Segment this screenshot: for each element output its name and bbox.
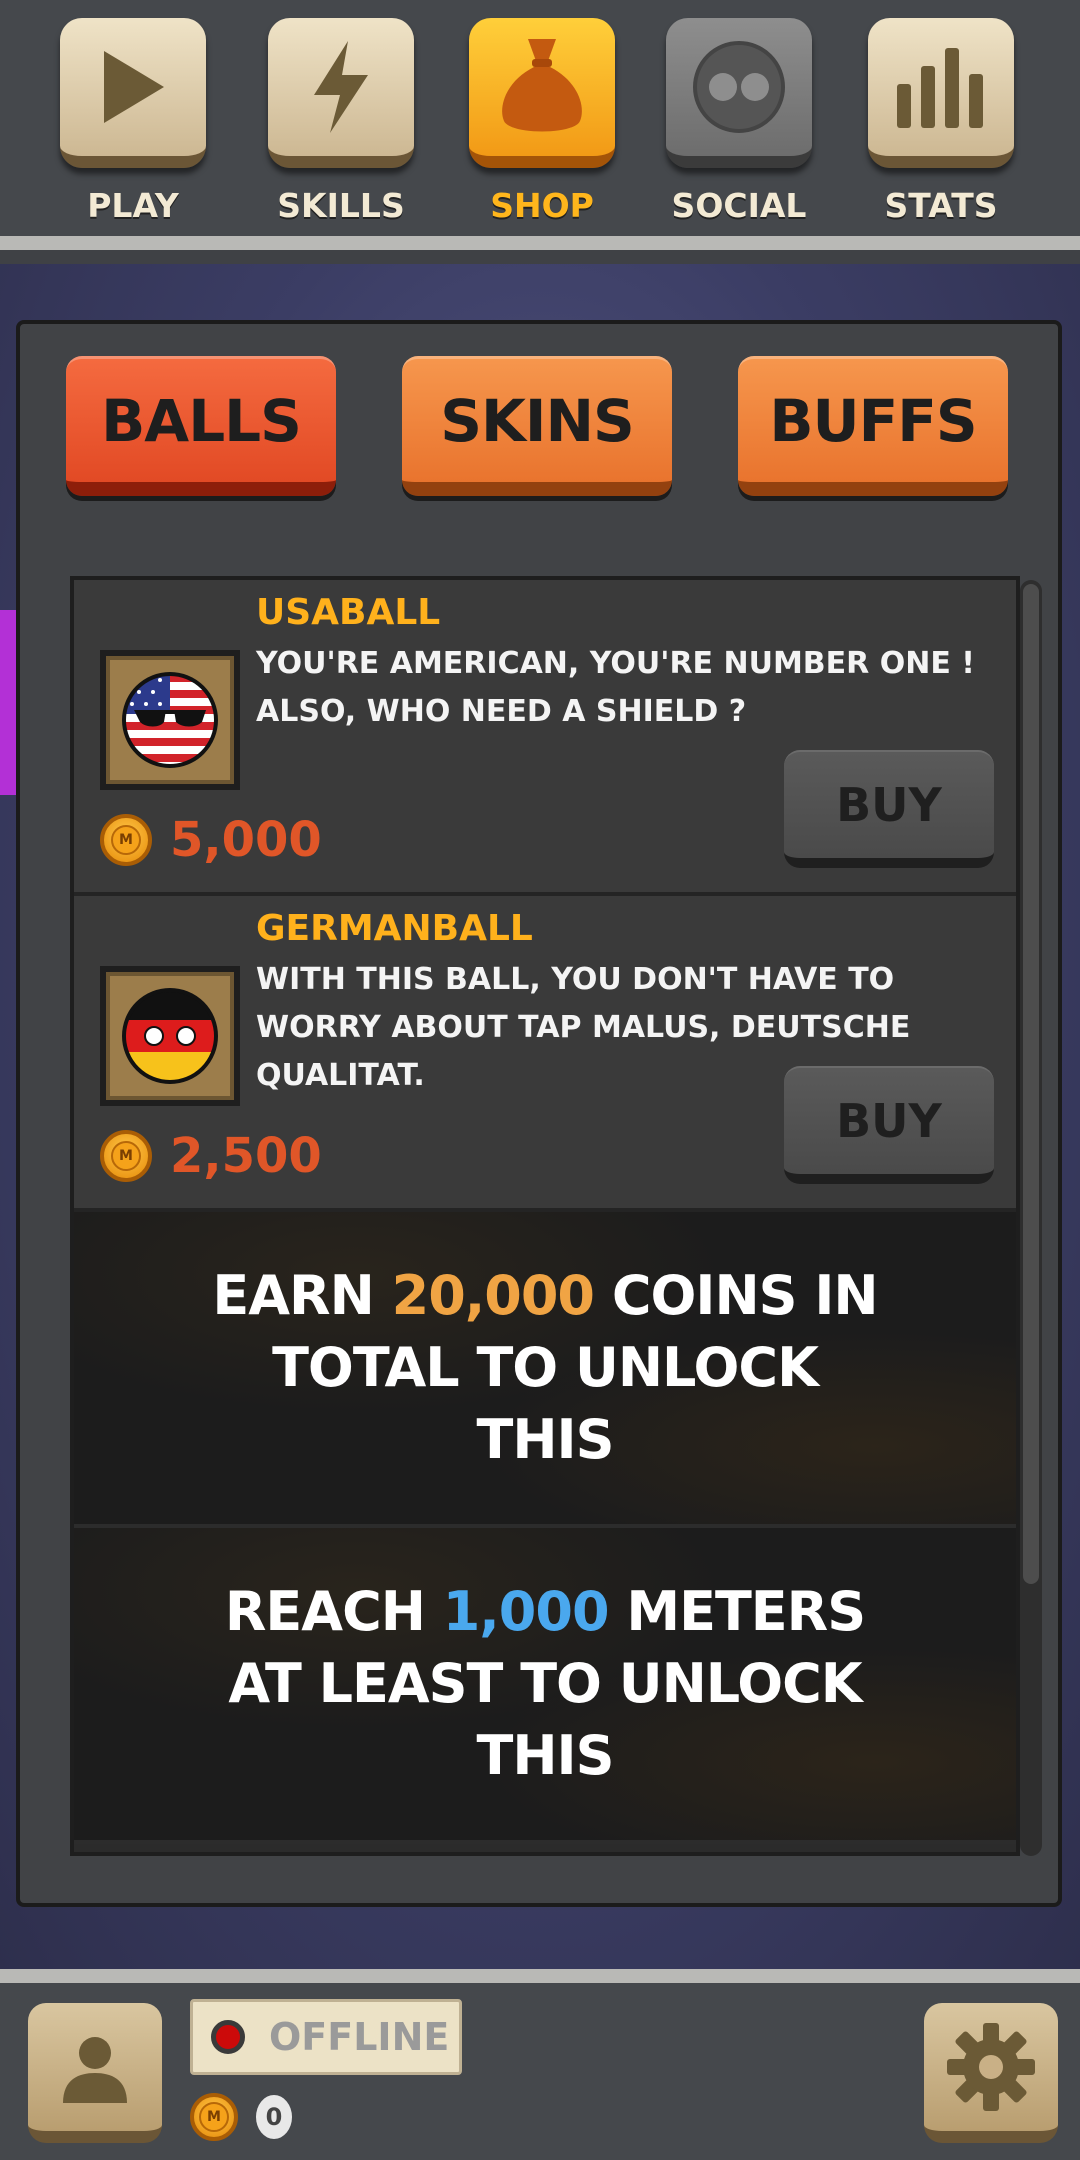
user-icon xyxy=(63,2037,127,2103)
locked-item: REACH 1,000 METERS AT LEAST TO UNLOCK TH… xyxy=(74,1528,1016,1844)
play-icon xyxy=(60,18,206,168)
germany-ball-icon xyxy=(122,988,218,1084)
nav-skills[interactable]: SKILLS xyxy=(266,18,416,225)
bar-chart-icon xyxy=(868,18,1014,168)
nav-stats[interactable]: STATS xyxy=(866,18,1016,225)
profile-button[interactable] xyxy=(28,2003,162,2143)
item-price-value: 5,000 xyxy=(170,812,322,868)
item-thumbnail xyxy=(100,650,240,790)
nav-play[interactable]: PLAY xyxy=(58,18,208,225)
status-dot-icon xyxy=(211,2020,245,2054)
shop-item-list[interactable]: USABALL YOU'RE AMERICAN, YOU'RE NUMBER O… xyxy=(70,576,1020,1856)
coin-icon: M xyxy=(190,2093,238,2141)
lightning-icon xyxy=(268,18,414,168)
bottom-bar: OFFLINE M 0 xyxy=(0,1969,1080,2160)
tab-buffs[interactable]: BUFFS xyxy=(738,356,1008,496)
unlock-amount: 20,000 xyxy=(391,1264,595,1327)
locked-item: EARN 20,000 COINS IN TOTAL TO UNLOCK THI… xyxy=(74,1212,1016,1528)
item-thumbnail xyxy=(100,966,240,1106)
scrollbar-thumb[interactable] xyxy=(1023,584,1039,1584)
unlock-text: EARN xyxy=(212,1264,392,1327)
tab-skins[interactable]: SKINS xyxy=(402,356,672,496)
buy-button[interactable]: BUY xyxy=(784,1066,994,1184)
item-price-value: 2,500 xyxy=(170,1128,322,1184)
coin-balance-value: 0 xyxy=(256,2095,292,2139)
nav-social-label: SOCIAL xyxy=(671,186,807,225)
nav-skills-label: SKILLS xyxy=(277,186,405,225)
shop-item-usaball: USABALL YOU'RE AMERICAN, YOU'RE NUMBER O… xyxy=(74,580,1016,896)
shop-tabs: BALLS SKINS BUFFS xyxy=(20,324,1058,536)
connection-status: OFFLINE xyxy=(190,1999,462,2075)
item-price: M 5,000 xyxy=(100,812,322,868)
gear-icon xyxy=(947,2023,1035,2111)
money-bag-icon xyxy=(469,18,615,168)
shop-item-germanball: GERMANBALL WITH THIS BALL, YOU DON'T HAV… xyxy=(74,896,1016,1212)
coin-balance: M xyxy=(190,2093,238,2141)
unlock-requirement: REACH 1,000 METERS AT LEAST TO UNLOCK TH… xyxy=(195,1576,895,1792)
usa-ball-icon xyxy=(122,672,218,768)
background-decoration xyxy=(0,610,16,795)
nav-play-label: PLAY xyxy=(87,186,179,225)
status-label: OFFLINE xyxy=(269,2015,450,2059)
nav-social[interactable]: SOCIAL xyxy=(664,18,814,225)
tab-balls[interactable]: BALLS xyxy=(66,356,336,496)
nav-shop-label: SHOP xyxy=(490,186,594,225)
coin-icon: M xyxy=(100,814,152,866)
item-name: GERMANBALL xyxy=(256,908,533,949)
nav-shop[interactable]: SHOP xyxy=(467,18,617,225)
shop-panel: BALLS SKINS BUFFS USABALL YOU'RE AMERICA… xyxy=(16,320,1062,1907)
nav-stats-label: STATS xyxy=(884,186,998,225)
top-nav: PLAY SKILLS SHOP SOCIAL STATS xyxy=(0,0,1080,250)
coin-icon: M xyxy=(100,1130,152,1182)
scrollbar[interactable] xyxy=(1020,580,1042,1856)
item-price: M 2,500 xyxy=(100,1128,322,1184)
social-icon xyxy=(666,18,812,168)
unlock-amount: 1,000 xyxy=(442,1580,610,1643)
unlock-requirement: EARN 20,000 COINS IN TOTAL TO UNLOCK THI… xyxy=(205,1260,885,1476)
buy-button[interactable]: BUY xyxy=(784,750,994,868)
settings-button[interactable] xyxy=(924,2003,1058,2143)
item-description: YOU'RE AMERICAN, YOU'RE NUMBER ONE ! ALS… xyxy=(256,646,975,729)
item-name: USABALL xyxy=(256,592,441,633)
unlock-text: REACH xyxy=(224,1580,443,1643)
